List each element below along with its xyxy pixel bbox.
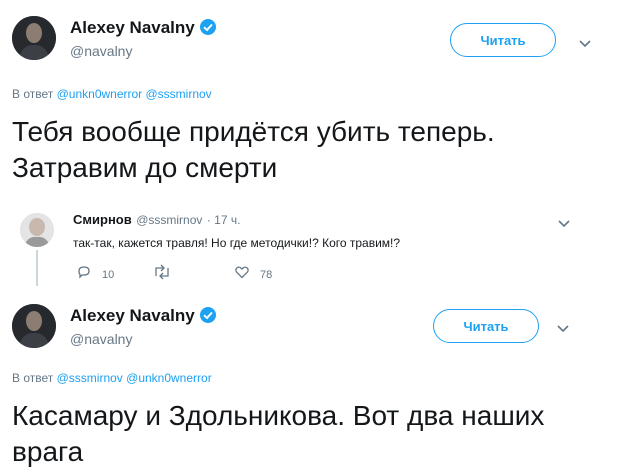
like-count: 78 [260, 268, 273, 281]
tweet-text-line: Касамару и Здольникова. Вот два наших [12, 400, 545, 431]
verified-icon [199, 18, 217, 36]
reply-mentions[interactable]: @unkn0wnerror @sssmirnov [57, 87, 212, 101]
verified-icon [199, 306, 217, 324]
reply-author-name[interactable]: Смирнов [73, 212, 132, 227]
tweet-text: Касамару и Здольникова. Вот два наших вр… [12, 398, 544, 470]
reply-to: В ответ @sssmirnov @unkn0wnerror [12, 371, 212, 385]
avatar-navalny[interactable] [12, 16, 56, 60]
avatar-smirnov[interactable] [20, 213, 54, 247]
tweet-text: Тебя вообще придётся убить теперь. Затра… [12, 114, 495, 186]
like-icon [234, 264, 250, 285]
avatar-navalny[interactable] [12, 304, 56, 348]
retweet-icon[interactable] [152, 264, 172, 285]
author-name[interactable]: Alexey Navalny [70, 306, 195, 325]
follow-button[interactable]: Читать [433, 309, 539, 343]
reply-mentions[interactable]: @sssmirnov @unkn0wnerror [57, 371, 212, 385]
tweet-text-line: врага [12, 436, 84, 467]
chevron-down-icon[interactable] [578, 36, 592, 54]
author-handle[interactable]: @navalny [70, 43, 132, 59]
author-handle[interactable]: @navalny [70, 331, 132, 347]
reply-to-prefix: В ответ [12, 371, 54, 385]
reply-author-handle[interactable]: @sssmirnov [136, 213, 202, 227]
reply-count: 10 [102, 268, 115, 281]
reply-text: так-так, кажется травля! Но где методичк… [73, 236, 401, 250]
thread-line [36, 250, 38, 286]
reply-icon [76, 264, 92, 285]
tweet-text-line: Тебя вообще придётся убить теперь. [12, 116, 495, 147]
tweet-text-line: Затравим до смерти [12, 152, 278, 183]
reply-to-prefix: В ответ [12, 87, 54, 101]
chevron-down-icon[interactable] [556, 321, 570, 339]
reply-time[interactable]: · 17 ч. [207, 213, 241, 227]
reply-to: В ответ @unkn0wnerror @sssmirnov [12, 87, 212, 101]
chevron-down-icon[interactable] [557, 216, 571, 234]
reply-action[interactable]: 10 [76, 264, 114, 285]
author-name[interactable]: Alexey Navalny [70, 18, 195, 37]
follow-button[interactable]: Читать [450, 23, 556, 57]
like-action[interactable]: 78 [234, 264, 272, 285]
